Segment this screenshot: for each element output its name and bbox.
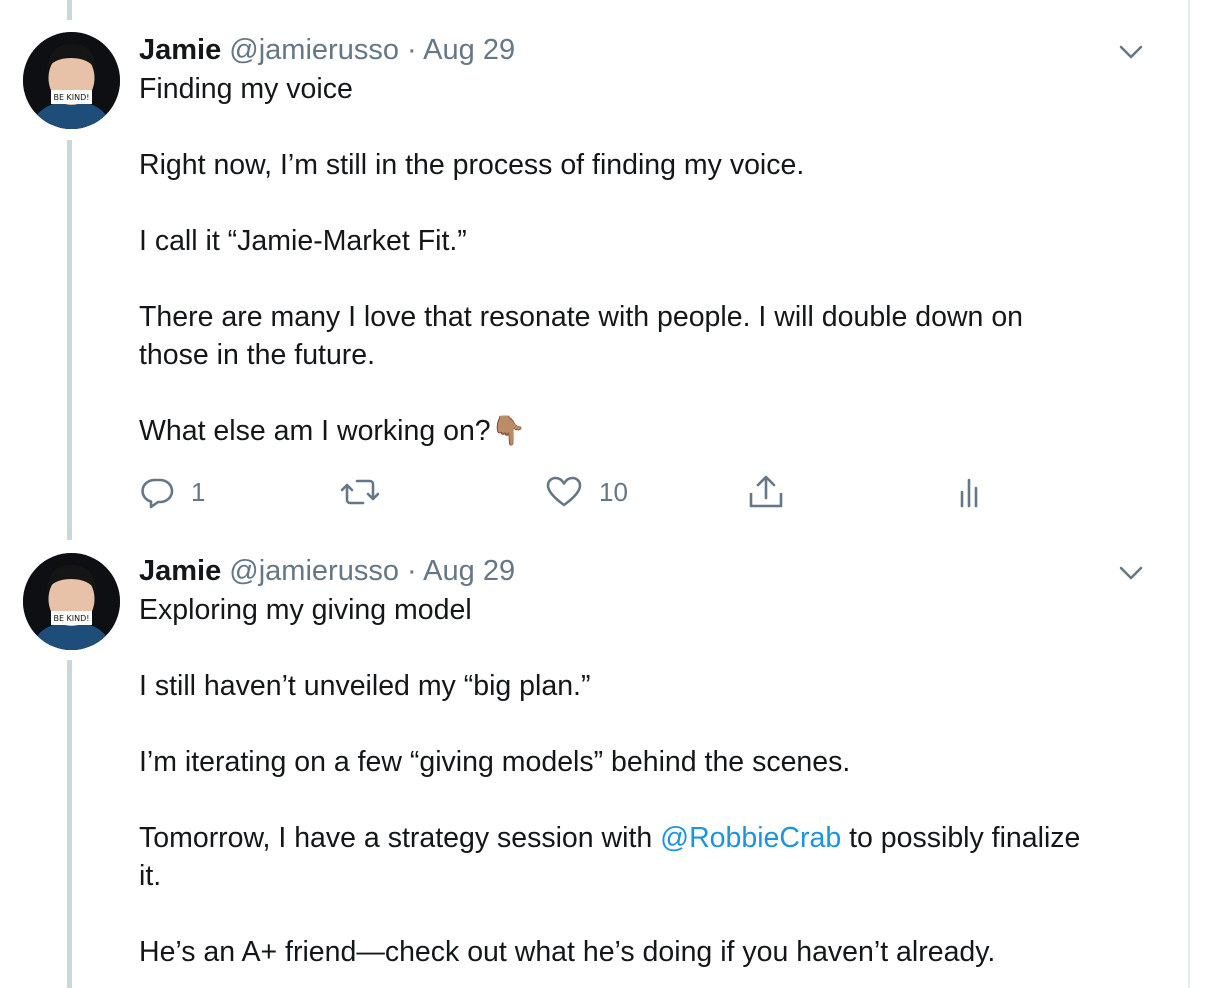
thread-line-top bbox=[67, 0, 72, 20]
tweet-line: Exploring my giving model bbox=[139, 594, 472, 626]
mention-link[interactable]: @RobbieCrab bbox=[660, 822, 841, 854]
tweet-line: I call it “Jamie-Market Fit.” bbox=[139, 225, 467, 257]
timeline-border bbox=[1188, 0, 1190, 988]
svg-text:BE KIND!: BE KIND! bbox=[53, 93, 89, 102]
retweet-button[interactable] bbox=[339, 472, 381, 512]
tweet-line: There are many I love that resonate with… bbox=[139, 301, 1024, 333]
tweet-line-text: to possibly finalize bbox=[841, 822, 1081, 854]
analytics-button[interactable] bbox=[957, 472, 983, 512]
tweet-line: it. bbox=[139, 860, 162, 892]
separator-dot: · bbox=[407, 34, 417, 66]
pointing-down-emoji: 👇🏽 bbox=[490, 415, 527, 447]
chevron-down-icon[interactable] bbox=[1116, 561, 1146, 585]
author-name[interactable]: Jamie bbox=[139, 555, 221, 587]
reply-button[interactable]: 1 bbox=[139, 472, 205, 512]
analytics-icon bbox=[960, 478, 978, 508]
avatar[interactable]: BE KIND! bbox=[23, 553, 120, 650]
tweet-line-text: Tomorrow, I have a strategy session with bbox=[139, 822, 661, 854]
tweet-line: He’s an A+ friend—check out what he’s do… bbox=[139, 936, 996, 968]
tweet-actions: 1 10 bbox=[139, 472, 1039, 512]
tweet-date[interactable]: Aug 29 bbox=[423, 555, 515, 587]
avatar-image: BE KIND! bbox=[23, 553, 120, 650]
tweet-line: those in the future. bbox=[139, 339, 376, 371]
retweet-icon bbox=[340, 479, 380, 505]
author-handle[interactable]: @jamierusso bbox=[229, 555, 399, 587]
tweet[interactable]: BE KIND! Jamie @jamierusso · Aug 29 Find… bbox=[0, 30, 1188, 520]
tweet[interactable]: BE KIND! Jamie @jamierusso · Aug 29 Expl… bbox=[0, 551, 1188, 988]
author-name[interactable]: Jamie bbox=[139, 34, 221, 66]
chevron-down-icon[interactable] bbox=[1116, 40, 1146, 64]
avatar-image: BE KIND! bbox=[23, 32, 120, 129]
tweet-header: Jamie @jamierusso · Aug 29 bbox=[139, 551, 1164, 591]
like-button[interactable]: 10 bbox=[545, 472, 628, 512]
like-count: 10 bbox=[599, 476, 628, 507]
tweet-line: What else am I working on?👇🏽 bbox=[139, 412, 1164, 450]
tweet-text: Finding my voice Right now, I’m still in… bbox=[139, 70, 1164, 450]
tweet-text: Exploring my giving model I still haven’… bbox=[139, 591, 1164, 971]
share-icon bbox=[749, 475, 783, 508]
like-icon bbox=[546, 476, 582, 507]
author-handle[interactable]: @jamierusso bbox=[229, 34, 399, 66]
tweet-date[interactable]: Aug 29 bbox=[423, 34, 515, 66]
avatar[interactable]: BE KIND! bbox=[23, 32, 120, 129]
tweet-line-text: What else am I working on? bbox=[139, 415, 491, 447]
reply-count: 1 bbox=[191, 476, 206, 507]
tweet-line: I’m iterating on a few “giving models” b… bbox=[139, 746, 851, 778]
tweet-line: Tomorrow, I have a strategy session with… bbox=[139, 819, 1164, 857]
share-button[interactable] bbox=[747, 472, 785, 512]
tweet-line: Right now, I’m still in the process of f… bbox=[139, 149, 805, 181]
reply-icon bbox=[141, 478, 174, 509]
svg-text:BE KIND!: BE KIND! bbox=[53, 614, 89, 623]
tweet-line: Finding my voice bbox=[139, 73, 353, 105]
tweet-line: I still haven’t unveiled my “big plan.” bbox=[139, 670, 591, 702]
tweet-header: Jamie @jamierusso · Aug 29 bbox=[139, 30, 1164, 70]
separator-dot: · bbox=[407, 555, 417, 587]
